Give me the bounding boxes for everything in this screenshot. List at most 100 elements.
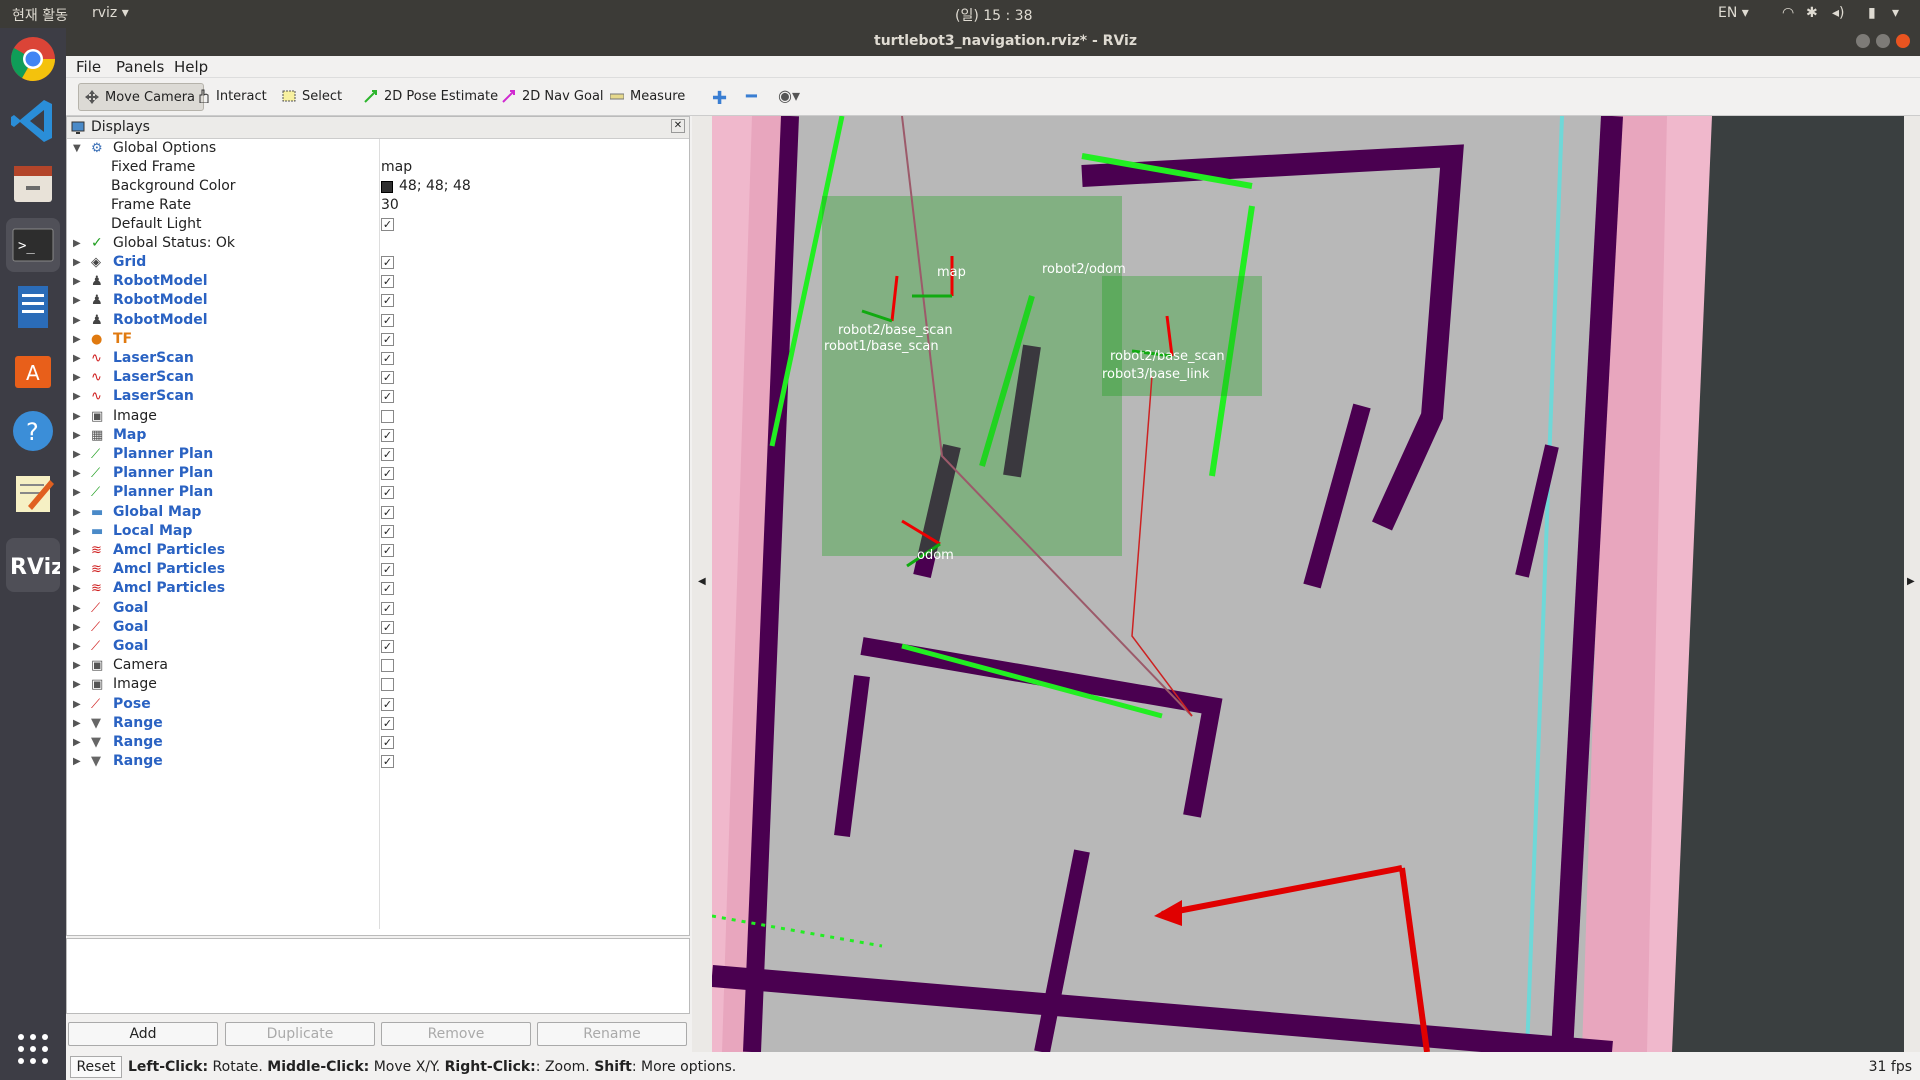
render-viewport[interactable]: map robot2/odom robot2/base_scan robot2/… — [712, 116, 1904, 1052]
default-light-checkbox[interactable]: ✓ — [381, 218, 394, 231]
collapsed-arrow-icon[interactable]: ▶ — [73, 560, 83, 579]
display-enabled-checkbox[interactable]: ✓ — [381, 755, 394, 769]
display-item-row[interactable]: ▶ ▼ Range ✓ — [67, 714, 689, 733]
clock[interactable]: (일) 15 : 38 — [955, 5, 1033, 25]
minimize-icon[interactable] — [1856, 34, 1870, 48]
tool-measure[interactable]: Measure — [604, 83, 693, 111]
collapsed-arrow-icon[interactable]: ▶ — [73, 637, 83, 656]
display-item-row[interactable]: ▶ ⟋ Planner Plan ✓ — [67, 464, 689, 483]
display-item-row[interactable]: ▶ ♟ RobotModel ✓ — [67, 291, 689, 310]
right-dock-collapse[interactable]: ▶ — [1904, 116, 1920, 1052]
display-item-row[interactable]: ▶ ▼ Range ✓ — [67, 733, 689, 752]
display-enabled-checkbox[interactable]: ✓ — [381, 294, 394, 308]
app-menu[interactable]: rviz ▾ — [92, 5, 129, 21]
collapsed-arrow-icon[interactable]: ▶ — [73, 253, 83, 272]
collapsed-arrow-icon[interactable]: ▶ — [73, 349, 83, 368]
display-item-row[interactable]: ▶ ∿ LaserScan ✓ — [67, 349, 689, 368]
remove-button[interactable]: Remove — [381, 1022, 531, 1046]
fixed-frame-row[interactable]: Fixed Frame map — [67, 158, 689, 177]
file-manager-icon[interactable] — [6, 156, 60, 210]
display-enabled-checkbox[interactable]: ✓ — [381, 371, 394, 385]
add-tool-plus-icon[interactable]: ✚ — [712, 88, 727, 109]
tool-2d-pose-estimate[interactable]: 2D Pose Estimate — [358, 83, 506, 111]
tool-move-camera[interactable]: Move Camera — [78, 83, 205, 111]
display-enabled-checkbox[interactable]: ✓ — [381, 716, 394, 730]
show-applications-icon[interactable] — [6, 1022, 60, 1076]
display-enabled-checkbox[interactable]: ✓ — [381, 697, 394, 711]
color-swatch[interactable] — [381, 181, 393, 193]
default-light-row[interactable]: Default Light ✓ — [67, 215, 689, 234]
display-item-row[interactable]: ▶ ▣ Camera — [67, 656, 689, 675]
collapsed-arrow-icon[interactable]: ▶ — [73, 311, 83, 330]
display-item-row[interactable]: ▶ ⟋ Pose ✓ — [67, 695, 689, 714]
display-item-row[interactable]: ▶ ♟ RobotModel ✓ — [67, 272, 689, 291]
display-item-row[interactable]: ▶ ≋ Amcl Particles ✓ — [67, 579, 689, 598]
reset-button[interactable]: Reset — [70, 1056, 122, 1078]
display-item-row[interactable]: ▶ ▼ Range ✓ — [67, 752, 689, 771]
global-status-row[interactable]: ▶ ✓ Global Status: Ok — [67, 234, 689, 253]
duplicate-button[interactable]: Duplicate — [225, 1022, 375, 1046]
display-enabled-checkbox[interactable]: ✓ — [381, 467, 394, 481]
collapsed-arrow-icon[interactable]: ▶ — [73, 733, 83, 752]
collapsed-arrow-icon[interactable]: ▶ — [73, 234, 83, 253]
display-enabled-checkbox[interactable]: ✓ — [381, 313, 394, 327]
map-visualization[interactable]: map robot2/odom robot2/base_scan robot2/… — [712, 116, 1904, 1052]
display-enabled-checkbox[interactable]: ✓ — [381, 332, 394, 346]
collapsed-arrow-icon[interactable]: ▶ — [73, 483, 83, 502]
collapsed-arrow-icon[interactable]: ▶ — [73, 407, 83, 426]
tool-2d-nav-goal[interactable]: 2D Nav Goal — [496, 83, 612, 111]
bluetooth-icon[interactable]: ✱ — [1806, 5, 1818, 21]
text-editor-icon[interactable] — [6, 466, 60, 520]
close-icon[interactable] — [1896, 34, 1910, 48]
display-enabled-checkbox[interactable]: ✓ — [381, 256, 394, 269]
view-eye-icon[interactable]: ◉▾ — [778, 86, 800, 105]
display-enabled-checkbox[interactable]: ✓ — [381, 736, 394, 749]
collapsed-arrow-icon[interactable]: ▶ — [73, 714, 83, 733]
software-center-icon[interactable]: A — [6, 342, 60, 396]
collapsed-arrow-icon[interactable]: ▶ — [73, 368, 83, 387]
collapsed-arrow-icon[interactable]: ▶ — [73, 464, 83, 483]
collapsed-arrow-icon[interactable]: ▶ — [73, 522, 83, 541]
text-document-icon[interactable] — [6, 280, 60, 334]
display-enabled-checkbox[interactable]: ✓ — [381, 448, 394, 461]
display-enabled-checkbox[interactable]: ✓ — [381, 582, 394, 596]
display-item-row[interactable]: ▶ ♟ RobotModel ✓ — [67, 311, 689, 330]
display-enabled-checkbox[interactable]: ✓ — [381, 505, 394, 519]
wifi-icon[interactable]: ◠ — [1782, 5, 1794, 21]
display-enabled-checkbox[interactable]: ✓ — [381, 544, 394, 557]
collapsed-arrow-icon[interactable]: ▶ — [73, 272, 83, 291]
rename-button[interactable]: Rename — [537, 1022, 687, 1046]
display-enabled-checkbox[interactable]: ✓ — [381, 601, 394, 615]
display-enabled-checkbox[interactable]: ✓ — [381, 486, 394, 500]
volume-icon[interactable]: ◂) — [1832, 5, 1845, 21]
global-options-row[interactable]: ▼ ⚙ Global Options — [67, 139, 689, 158]
display-enabled-checkbox[interactable]: ✓ — [381, 275, 394, 289]
display-item-row[interactable]: ▶ ◈ Grid ✓ — [67, 253, 689, 272]
display-enabled-checkbox[interactable]: ✓ — [381, 640, 394, 653]
collapsed-arrow-icon[interactable]: ▶ — [73, 387, 83, 406]
display-enabled-checkbox[interactable] — [381, 659, 394, 673]
tool-interact[interactable]: Interact — [190, 83, 275, 111]
display-enabled-checkbox[interactable]: ✓ — [381, 390, 394, 404]
display-item-row[interactable]: ▶ ⟋ Goal ✓ — [67, 637, 689, 656]
collapsed-arrow-icon[interactable]: ▶ — [73, 426, 83, 445]
remove-tool-minus-icon[interactable]: ━ — [746, 86, 757, 107]
collapsed-arrow-icon[interactable]: ▶ — [73, 445, 83, 464]
collapsed-arrow-icon[interactable]: ▶ — [73, 599, 83, 618]
maximize-icon[interactable] — [1876, 34, 1890, 48]
panel-close-icon[interactable]: ✕ — [671, 119, 685, 133]
menu-panels[interactable]: Panels — [116, 58, 164, 76]
display-item-row[interactable]: ▶ ▣ Image — [67, 407, 689, 426]
fixed-frame-value[interactable]: map — [381, 158, 412, 177]
display-item-row[interactable]: ▶ ⟋ Goal ✓ — [67, 618, 689, 637]
vscode-icon[interactable] — [6, 94, 60, 148]
display-item-row[interactable]: ▶ ▦ Map ✓ — [67, 426, 689, 445]
display-enabled-checkbox[interactable]: ✓ — [381, 524, 394, 538]
collapsed-arrow-icon[interactable]: ▶ — [73, 291, 83, 310]
collapsed-arrow-icon[interactable]: ▶ — [73, 656, 83, 675]
display-item-row[interactable]: ▶ ▣ Image — [67, 675, 689, 694]
display-item-row[interactable]: ▶ ● TF ✓ — [67, 330, 689, 349]
frame-rate-row[interactable]: Frame Rate 30 — [67, 196, 689, 215]
display-item-row[interactable]: ▶ ≋ Amcl Particles ✓ — [67, 541, 689, 560]
display-item-row[interactable]: ▶ ▬ Local Map ✓ — [67, 522, 689, 541]
